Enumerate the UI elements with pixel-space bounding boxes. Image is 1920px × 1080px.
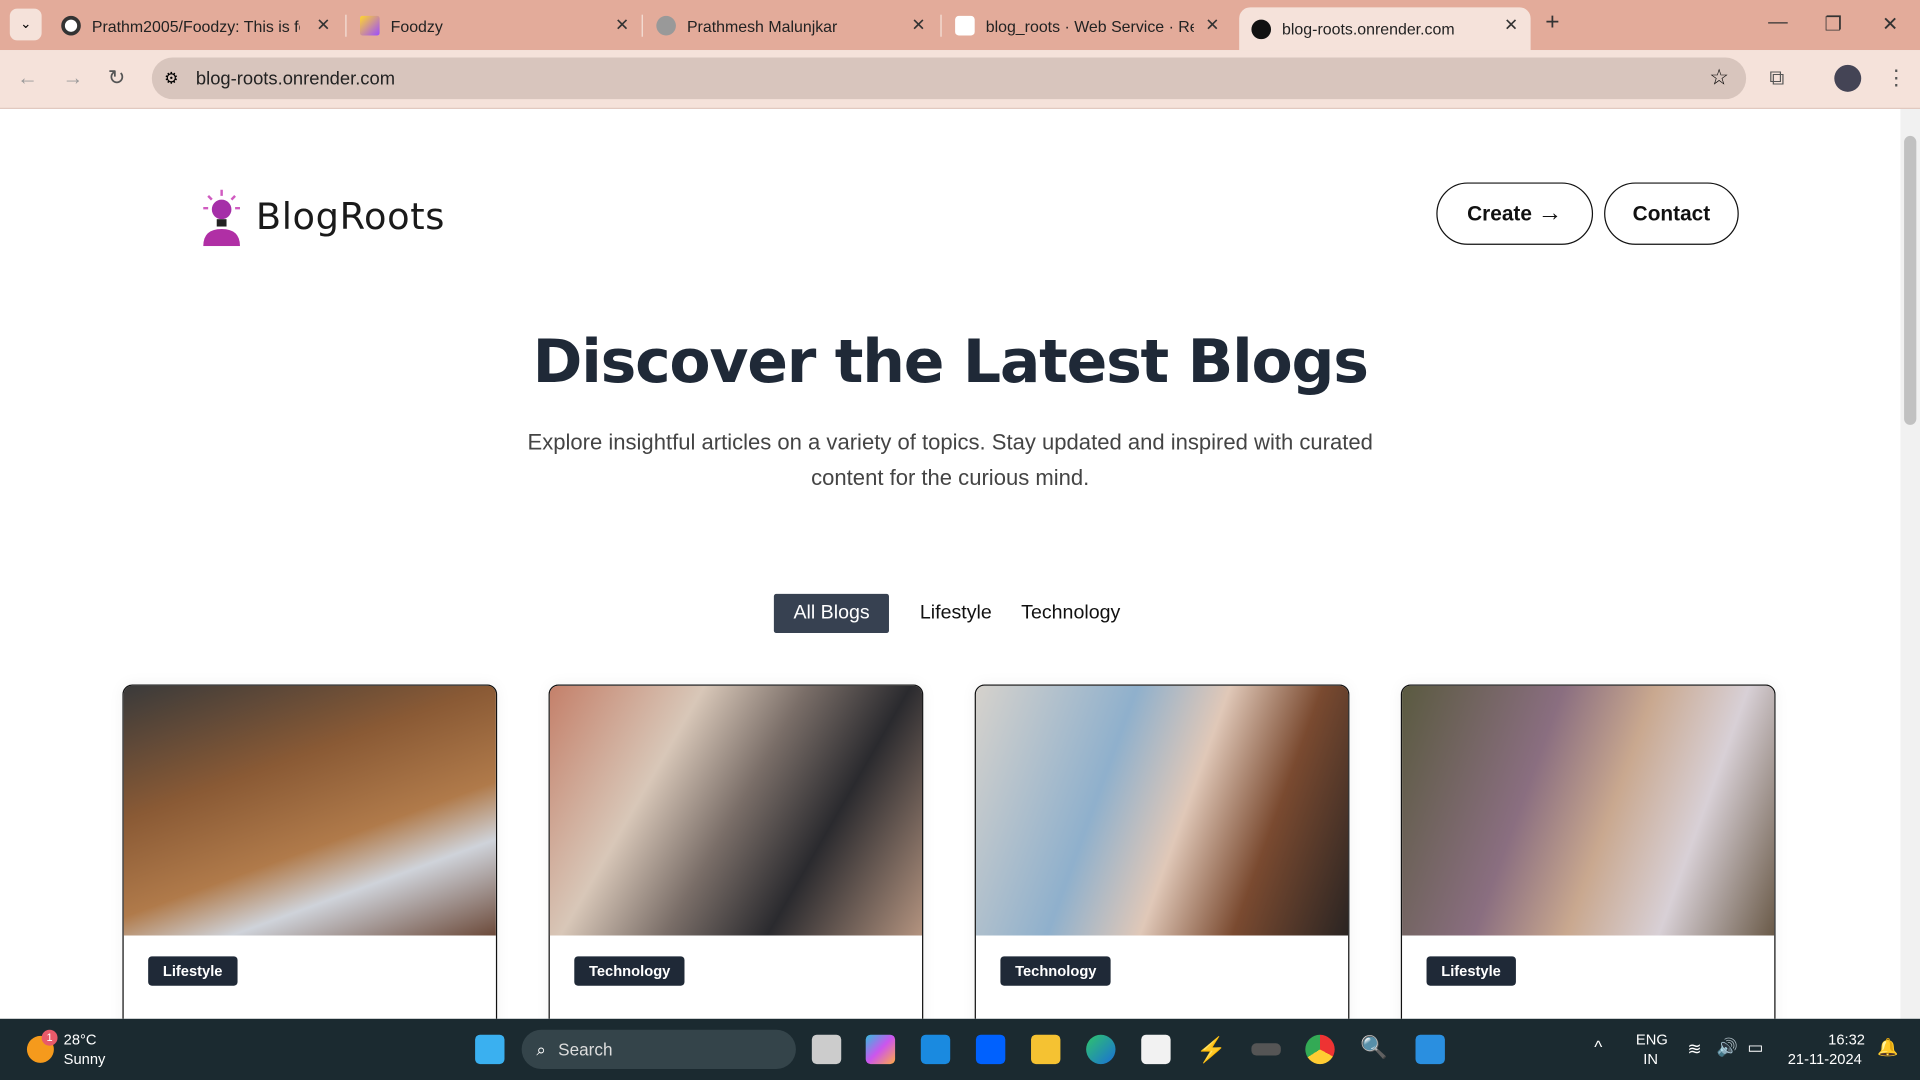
copilot-icon[interactable] — [865, 1034, 896, 1065]
github-icon — [61, 15, 81, 36]
close-icon[interactable]: ✕ — [1504, 15, 1518, 36]
contact-button[interactable]: Contact — [1604, 182, 1739, 245]
new-tab-button[interactable]: + — [1545, 9, 1559, 37]
tab-render[interactable]: blog_roots · Web Service · Ren ✕ — [943, 7, 1232, 44]
site-icon — [1251, 18, 1272, 39]
close-icon[interactable]: ✕ — [1205, 15, 1219, 36]
vite-icon — [360, 15, 380, 36]
blog-card[interactable]: Lifestyle — [1400, 684, 1776, 1019]
chevron-up-icon[interactable]: ^ — [1594, 1037, 1602, 1057]
category-badge: Technology — [574, 956, 686, 986]
tab-blog-roots[interactable]: blog-roots.onrender.com ✕ — [1239, 7, 1531, 51]
category-filters: All Blogs Lifestyle Technology — [773, 593, 1140, 634]
blog-image — [1402, 685, 1775, 936]
category-badge: Lifestyle — [1426, 956, 1516, 986]
filter-technology[interactable]: Technology — [1002, 594, 1140, 633]
wifi-icon[interactable]: ≋ — [1687, 1038, 1701, 1059]
back-icon[interactable]: ← — [17, 66, 38, 90]
blog-card[interactable]: Lifestyle — [122, 684, 498, 1019]
hero-subtitle: Explore insightful articles on a variety… — [527, 429, 1373, 490]
blog-image — [549, 685, 923, 936]
tab-portfolio[interactable]: Prathmesh Malunjkar ✕ — [644, 7, 938, 44]
tab-search-button[interactable]: ⌄ — [9, 8, 42, 41]
app-icon[interactable] — [1251, 1043, 1281, 1056]
globe-icon — [656, 15, 676, 36]
app-icon[interactable]: ⚡ — [1196, 1035, 1226, 1064]
category-badge: Lifestyle — [148, 956, 238, 986]
battery-icon[interactable]: ▭ — [1747, 1037, 1763, 1058]
taskbar-search[interactable]: ⌕ Search — [521, 1029, 796, 1069]
magnifier-app-icon[interactable]: 🔍 — [1360, 1035, 1389, 1064]
arrow-right-icon: → — [1537, 199, 1563, 227]
scrollbar-thumb[interactable] — [1904, 135, 1917, 425]
edge-icon[interactable] — [1086, 1034, 1116, 1065]
create-button[interactable]: Create → — [1436, 182, 1594, 245]
reload-icon[interactable]: ↻ — [108, 66, 125, 90]
page-title: Discover the Latest Blogs — [532, 326, 1369, 397]
tab-foodzy[interactable]: Foodzy ✕ — [348, 7, 642, 44]
blog-card[interactable]: Technology — [974, 684, 1350, 1019]
address-bar: ← → ↻ ⚙ blog-roots.onrender.com ☆ ⧉ ⋮ — [0, 50, 1920, 109]
blog-image — [123, 685, 496, 936]
microsoft-store-icon[interactable] — [1141, 1034, 1171, 1065]
page-content: BlogRoots Create → Contact Discover the … — [0, 108, 1901, 1019]
url-input[interactable]: ⚙ blog-roots.onrender.com ☆ — [151, 57, 1747, 100]
close-icon[interactable]: ✕ — [316, 15, 330, 36]
volume-icon[interactable]: 🔊 — [1717, 1037, 1738, 1058]
scrollbar[interactable] — [1900, 108, 1920, 1019]
chrome-icon[interactable] — [1305, 1034, 1335, 1065]
notification-bell-icon[interactable]: 🔔 — [1877, 1037, 1898, 1058]
lightbulb-person-icon — [203, 189, 241, 247]
profile-avatar[interactable] — [1834, 64, 1862, 92]
close-icon[interactable]: ✕ — [911, 15, 925, 36]
tab-github[interactable]: Prathm2005/Foodzy: This is foo ✕ — [49, 7, 343, 44]
filter-lifestyle[interactable]: Lifestyle — [900, 594, 1011, 633]
forward-icon[interactable]: → — [62, 66, 83, 90]
file-explorer-icon[interactable] — [1031, 1034, 1061, 1065]
brand-logo[interactable]: BlogRoots — [200, 187, 445, 247]
mail-icon[interactable] — [920, 1034, 951, 1065]
search-icon: ⌕ — [536, 1038, 546, 1059]
taskbar: 1 28°C Sunny ⌕ Search ⚡ 🔍 ^ ENG IN ≋ 🔊 ▭… — [0, 1018, 1920, 1080]
render-icon — [955, 15, 975, 36]
vscode-icon[interactable] — [1415, 1034, 1445, 1065]
restore-button[interactable]: ❐ — [1824, 12, 1842, 36]
menu-icon[interactable]: ⋮ — [1886, 66, 1907, 90]
close-icon[interactable]: ✕ — [615, 15, 629, 36]
site-info-icon[interactable]: ⚙ — [164, 69, 178, 89]
minimize-button[interactable]: — — [1768, 12, 1788, 34]
windows-start-icon[interactable] — [475, 1034, 505, 1065]
category-badge: Technology — [1000, 956, 1112, 986]
blog-card[interactable]: Technology — [548, 684, 924, 1019]
tab-bar: ⌄ Prathm2005/Foodzy: This is foo ✕ Foodzy… — [0, 0, 1920, 51]
extensions-icon[interactable]: ⧉ — [1769, 66, 1784, 90]
task-view-icon[interactable] — [811, 1034, 842, 1065]
filter-all-blogs[interactable]: All Blogs — [773, 593, 890, 634]
blog-image — [975, 685, 1349, 936]
close-window-button[interactable]: ✕ — [1882, 12, 1898, 36]
bookmark-star-icon[interactable]: ☆ — [1709, 65, 1729, 91]
dropbox-icon[interactable] — [975, 1034, 1006, 1065]
